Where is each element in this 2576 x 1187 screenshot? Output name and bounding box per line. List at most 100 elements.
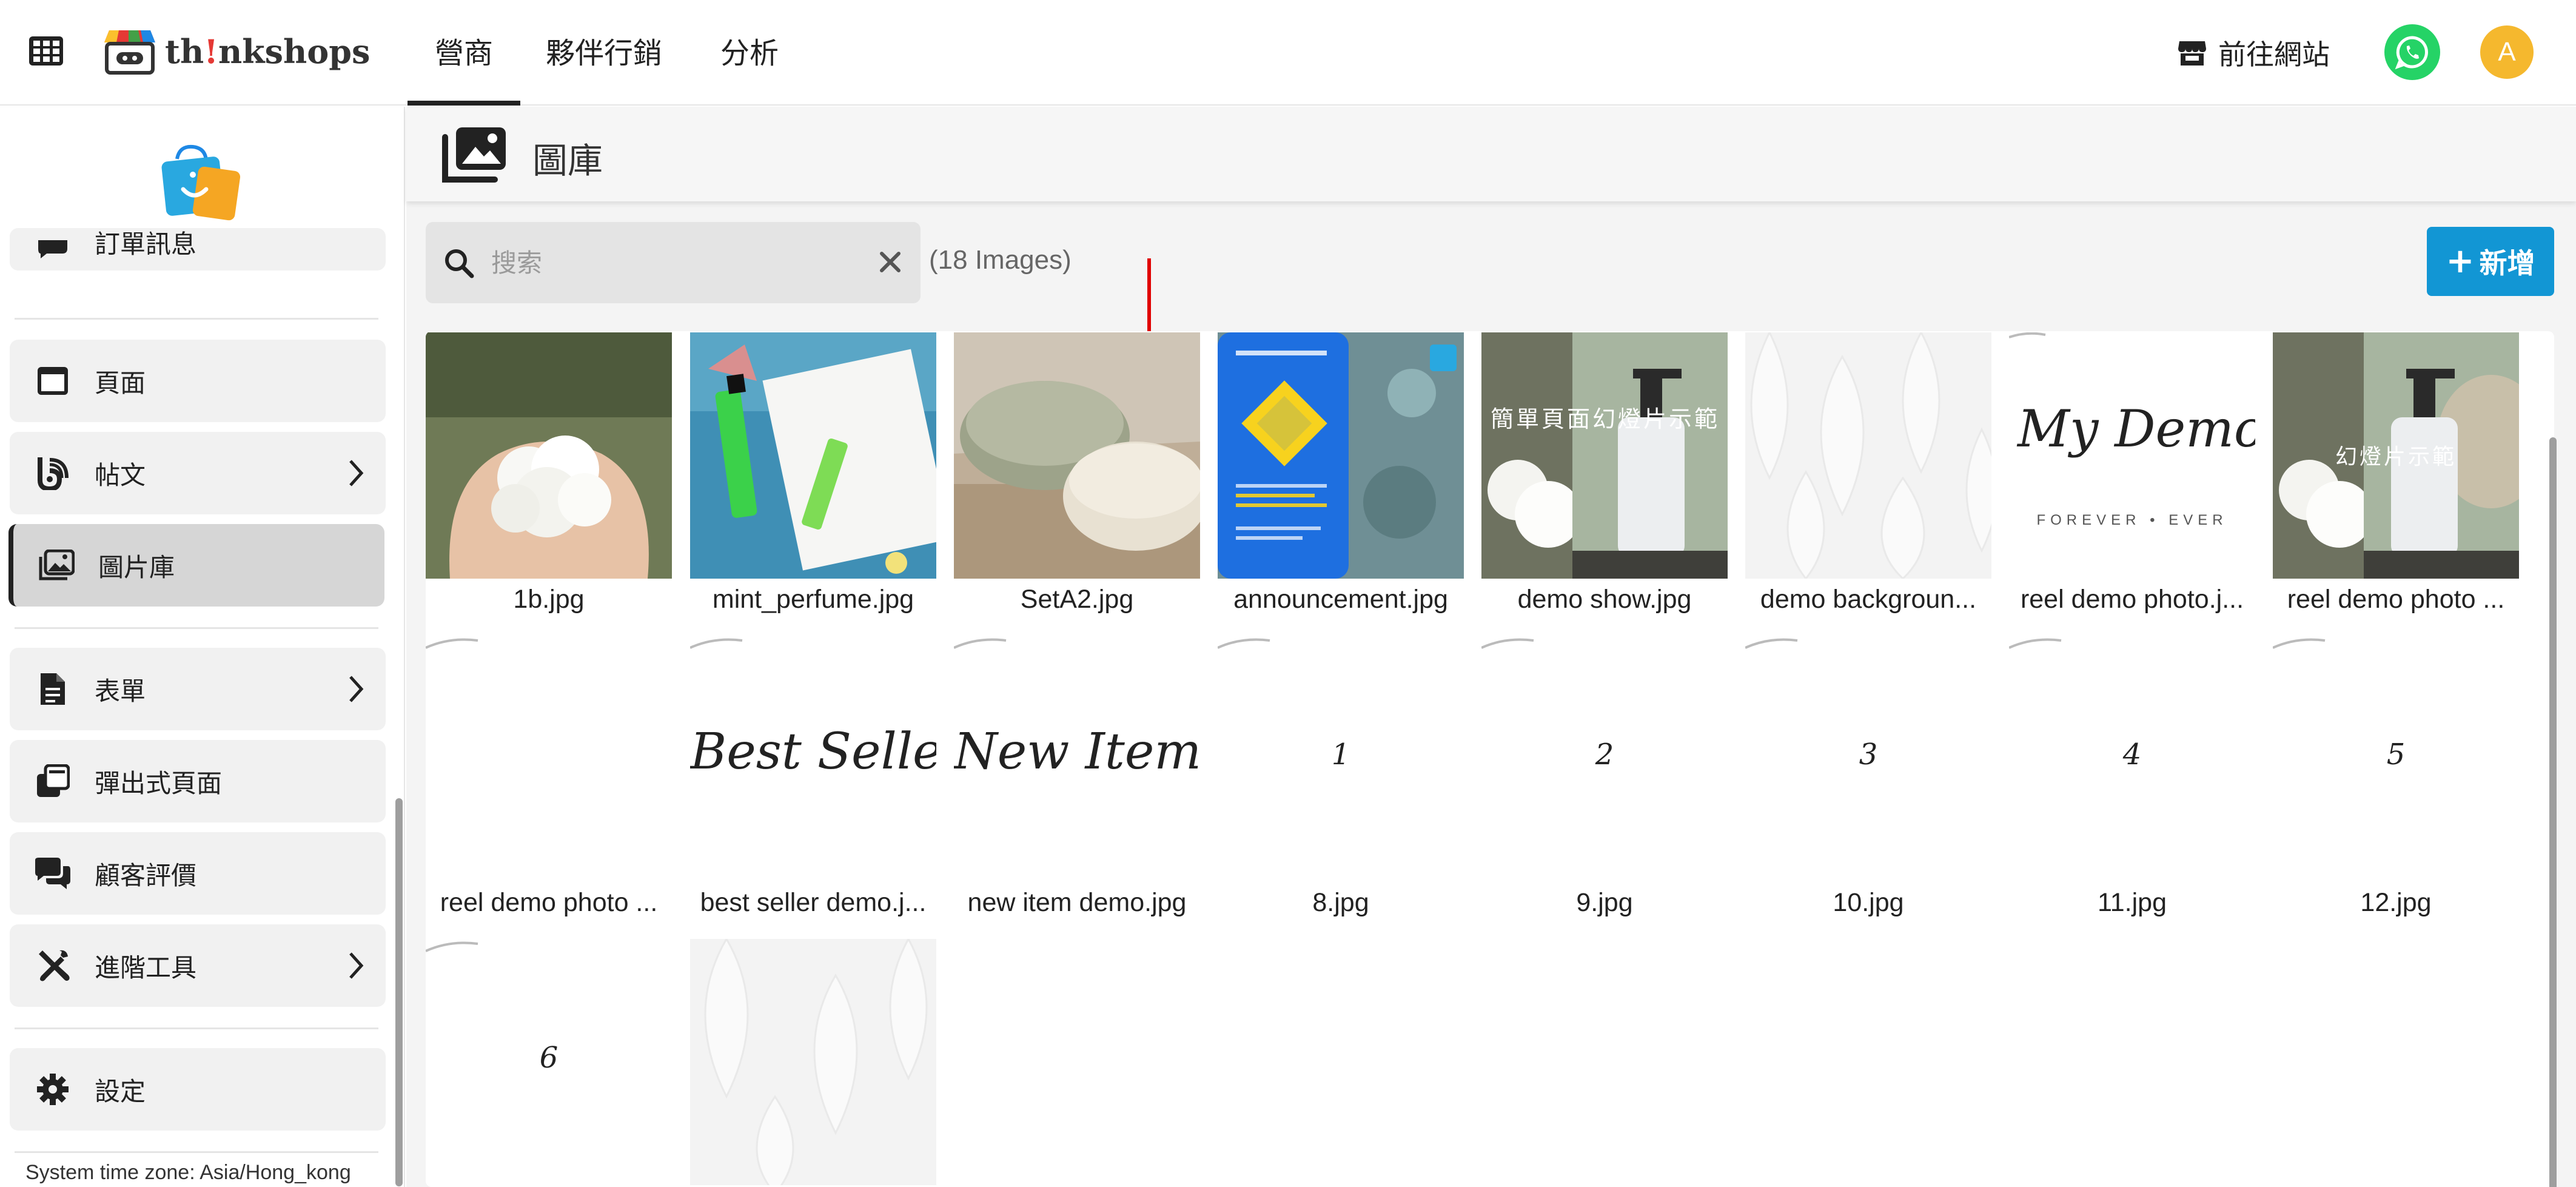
image-script-text: 2 <box>1595 738 1614 772</box>
image-caption: 1b.jpg <box>513 585 585 614</box>
nav-tab-analytics[interactable]: 分析 <box>720 29 779 106</box>
image-thumbnail[interactable] <box>426 332 672 579</box>
gallery-item[interactable]: 1 8.jpg <box>1218 636 1464 918</box>
image-caption: best seller demo.j... <box>700 888 927 917</box>
image-thumbnail[interactable]: 3 <box>1745 636 1991 882</box>
sidebar-divider <box>15 1027 378 1029</box>
gallery-item[interactable]: 簡單頁面幻燈片示範 demo show.jpg <box>1481 332 1728 614</box>
image-caption: demo backgroun... <box>1760 585 1977 614</box>
gallery-item[interactable]: mint_perfume.jpg <box>690 332 936 614</box>
gallery-icon <box>442 127 506 183</box>
image-thumbnail[interactable]: Best Seller <box>690 636 936 882</box>
gallery-item[interactable]: reel demo photo ... <box>426 636 672 918</box>
image-thumbnail[interactable]: 6 <box>426 939 672 1185</box>
sidebar-item-posts[interactable]: 帖文 <box>10 432 386 514</box>
image-thumbnail[interactable] <box>690 332 936 579</box>
whatsapp-button[interactable] <box>2384 24 2440 80</box>
sidebar-item-forms[interactable]: 表單 <box>10 648 386 730</box>
image-caption: reel demo photo ... <box>2287 585 2505 614</box>
sidebar-item-pages[interactable]: 頁面 <box>10 340 386 422</box>
avatar[interactable]: A <box>2480 25 2534 79</box>
image-script-text: 4 <box>2122 738 2142 772</box>
sidebar-item-order-messages[interactable]: 訂單訊息 <box>10 228 386 271</box>
nav-tab-affiliate-marketing[interactable]: 夥伴行銷 <box>546 29 662 106</box>
image-thumbnail[interactable]: 2 <box>1481 636 1728 882</box>
gallery-item[interactable]: 5 12.jpg <box>2273 636 2519 918</box>
image-thumbnail[interactable]: New Items <box>954 636 1200 882</box>
chat-icon <box>34 230 72 268</box>
storefront-icon <box>2178 41 2206 66</box>
image-thumbnail[interactable] <box>426 636 672 882</box>
gallery-item[interactable]: 6 <box>426 939 672 1185</box>
image-caption: reel demo photo.j... <box>2020 585 2244 614</box>
gallery-item[interactable]: New Items new item demo.jpg <box>954 636 1200 918</box>
sidebar-item-gallery[interactable]: 圖片庫 <box>8 524 384 607</box>
nav-tab-business[interactable]: 營商 <box>408 29 520 106</box>
search-icon <box>445 249 474 278</box>
sidebar-item-label: 帖文 <box>95 460 146 490</box>
image-thumbnail[interactable]: My Demo Sho FOREVER • EVER <box>2009 332 2255 579</box>
gear-icon <box>34 1071 72 1108</box>
chevron-right-icon <box>349 952 364 979</box>
image-thumbnail[interactable]: 5 <box>2273 636 2519 882</box>
image-thumbnail[interactable]: 4 <box>2009 636 2255 882</box>
sidebar: 訂單訊息 頁面 帖文 圖片庫 表單 彈出式頁面 顧客評價 進階工具 設定 Sys… <box>0 107 405 1187</box>
image-caption: 12.jpg <box>2360 888 2432 917</box>
sidebar-item-label: 頁面 <box>95 368 146 398</box>
page-icon <box>34 362 72 400</box>
apps-grid-icon[interactable] <box>28 35 64 67</box>
gallery-item[interactable]: 1b.jpg <box>426 332 672 614</box>
image-thumbnail[interactable]: 1 <box>1218 636 1464 882</box>
sidebar-divider <box>15 318 378 320</box>
plus-icon: + <box>2446 241 2475 281</box>
thinkshops-logo[interactable]: th!nkshops <box>98 24 370 79</box>
gallery-icon <box>38 546 75 584</box>
image-caption: 10.jpg <box>1833 888 1904 917</box>
gallery-item[interactable]: demo backgroun... <box>1745 332 1991 614</box>
image-script-text: New Items <box>954 723 1200 781</box>
image-caption: 11.jpg <box>2098 888 2167 917</box>
store-badge-icon <box>161 144 241 221</box>
gallery-scrollbar[interactable] <box>2549 437 2557 1187</box>
page-header: 圖庫 <box>406 107 2576 201</box>
sidebar-scrollbar[interactable] <box>395 798 403 1186</box>
shop-logo-icon <box>104 30 155 75</box>
gallery-item[interactable]: SetA2.jpg <box>954 332 1200 614</box>
image-script-text: 6 <box>539 1041 558 1075</box>
reviews-icon <box>34 855 72 892</box>
tools-icon <box>34 947 72 984</box>
image-thumbnail[interactable]: 幻燈片示範 <box>2273 332 2519 579</box>
sidebar-item-reviews[interactable]: 顧客評價 <box>10 832 386 915</box>
gallery-item[interactable]: 幻燈片示範 reel demo photo ... <box>2273 332 2519 614</box>
sidebar-item-label: 設定 <box>95 1076 146 1106</box>
close-icon[interactable] <box>877 249 904 275</box>
add-image-button[interactable]: + 新增 <box>2427 227 2554 296</box>
add-button-label: 新增 <box>2479 247 2535 280</box>
gallery-item[interactable]: Best Seller best seller demo.j... <box>690 636 936 918</box>
image-script-text: Best Seller <box>690 723 936 781</box>
image-caption: SetA2.jpg <box>1020 585 1134 614</box>
page-title: 圖庫 <box>532 140 603 181</box>
sidebar-divider <box>15 627 378 629</box>
search-bar[interactable] <box>426 222 921 303</box>
gallery-item[interactable]: 2 9.jpg <box>1481 636 1728 918</box>
sidebar-item-popups[interactable]: 彈出式頁面 <box>10 740 386 822</box>
image-thumbnail[interactable]: 簡單頁面幻燈片示範 <box>1481 332 1728 579</box>
image-thumbnail[interactable] <box>1218 332 1464 579</box>
gallery-item[interactable]: My Demo Sho FOREVER • EVER reel demo pho… <box>2009 332 2255 614</box>
image-script-text: 1 <box>1331 738 1350 772</box>
image-thumbnail[interactable] <box>1745 332 1991 579</box>
gallery-item[interactable] <box>690 939 936 1185</box>
sidebar-item-label: 表單 <box>95 676 146 706</box>
gallery-item[interactable]: 4 11.jpg <box>2009 636 2255 918</box>
search-input[interactable] <box>491 247 843 278</box>
brand-name: th!nkshops <box>165 32 371 71</box>
image-overlay-text: 幻燈片示範 <box>2335 444 2457 469</box>
image-thumbnail[interactable] <box>690 939 936 1185</box>
sidebar-item-settings[interactable]: 設定 <box>10 1048 386 1131</box>
gallery-item[interactable]: 3 10.jpg <box>1745 636 1991 918</box>
visit-site-link[interactable]: 前往網站 <box>2177 33 2330 73</box>
sidebar-item-advanced-tools[interactable]: 進階工具 <box>10 924 386 1007</box>
image-thumbnail[interactable] <box>954 332 1200 579</box>
gallery-item[interactable]: announcement.jpg <box>1218 332 1464 614</box>
